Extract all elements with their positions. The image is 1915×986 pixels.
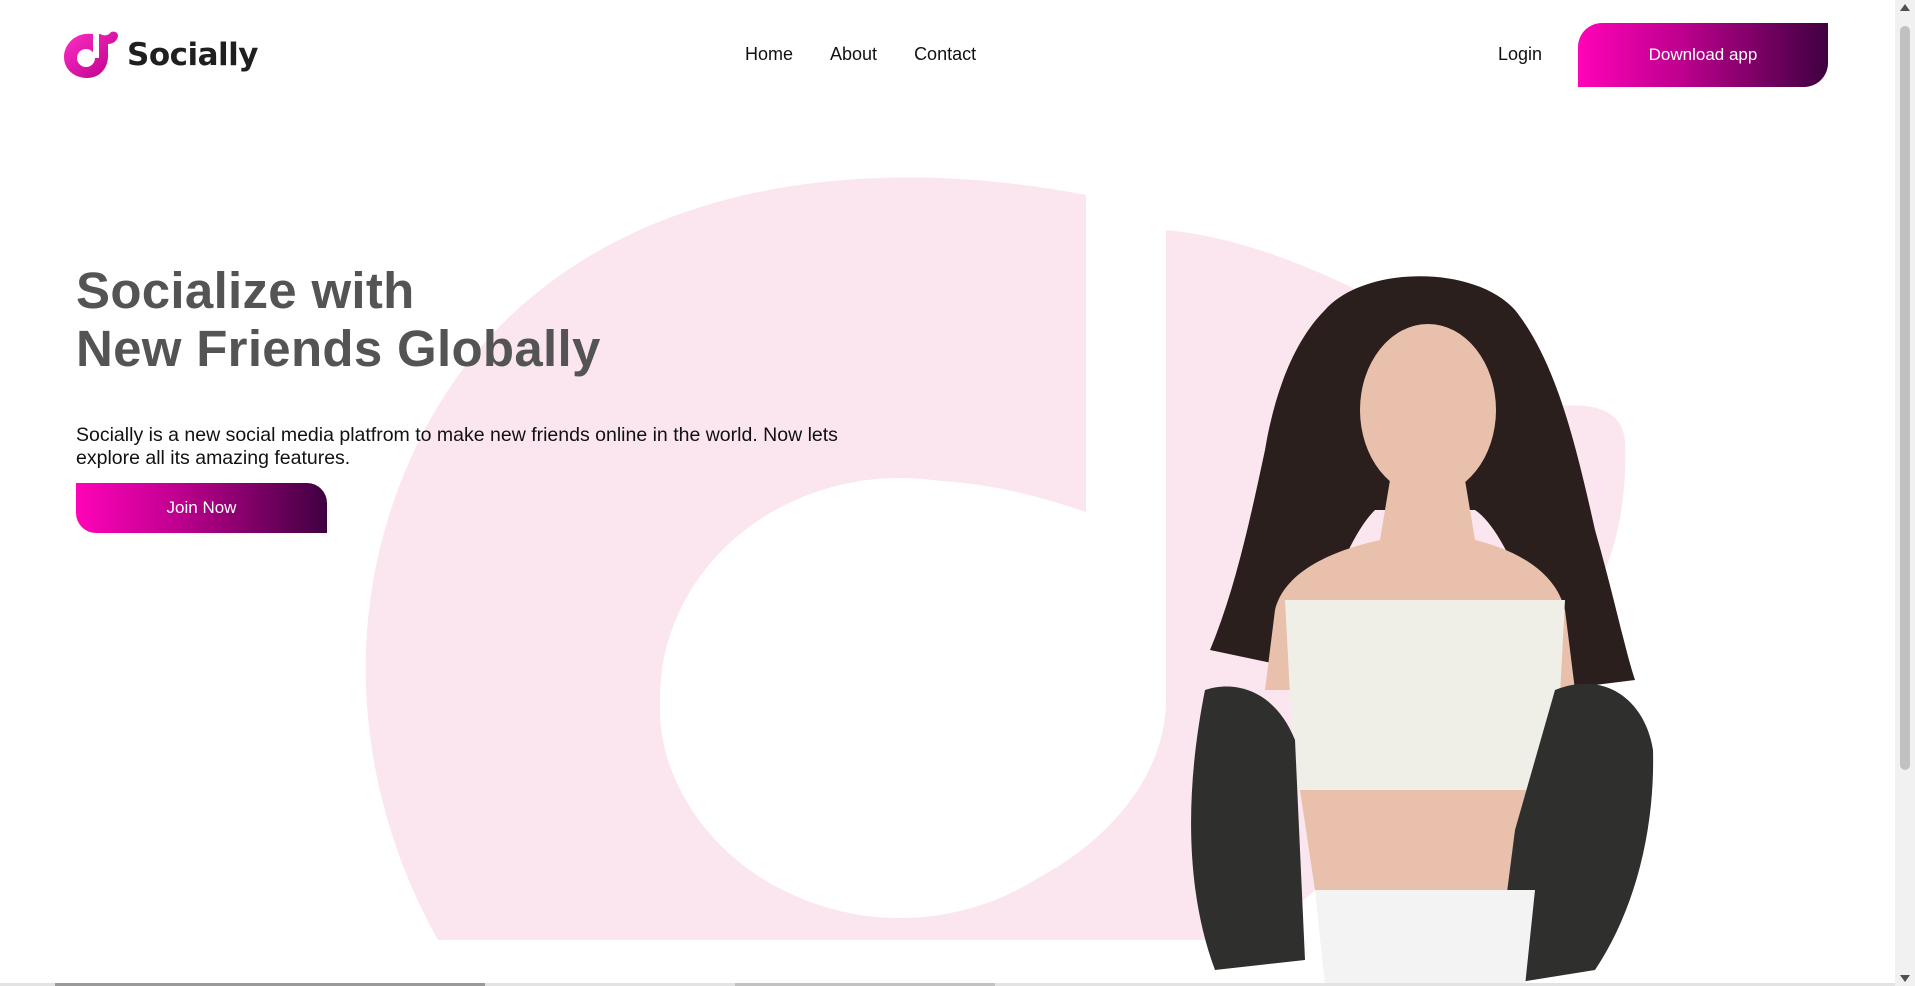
join-now-button[interactable]: Join Now (76, 483, 327, 533)
nav-contact[interactable]: Contact (914, 44, 976, 65)
hero-title: Socialize with New Friends Globally (76, 262, 601, 378)
page-scrollbar[interactable] (1895, 0, 1915, 986)
download-app-button[interactable]: Download app (1578, 23, 1828, 87)
login-link[interactable]: Login (1498, 44, 1542, 65)
main-nav: Home About Contact (745, 44, 1013, 65)
site-header: Socially Home About Contact Login Downlo… (0, 0, 1895, 110)
hero-model-image (1191, 276, 1654, 986)
hero-title-line1: Socialize with (76, 262, 415, 319)
scroll-down-arrow-icon[interactable] (1900, 975, 1910, 982)
music-note-icon (64, 31, 118, 78)
hero-title-line2: New Friends Globally (76, 320, 601, 377)
scroll-thumb[interactable] (1900, 26, 1910, 770)
nav-home[interactable]: Home (745, 44, 793, 65)
brand-logo[interactable]: Socially (62, 30, 259, 80)
nav-about[interactable]: About (830, 44, 877, 65)
scroll-up-arrow-icon[interactable] (1900, 4, 1910, 11)
hero-description: Socially is a new social media platfrom … (76, 424, 838, 469)
brand-name: Socially (127, 37, 259, 73)
